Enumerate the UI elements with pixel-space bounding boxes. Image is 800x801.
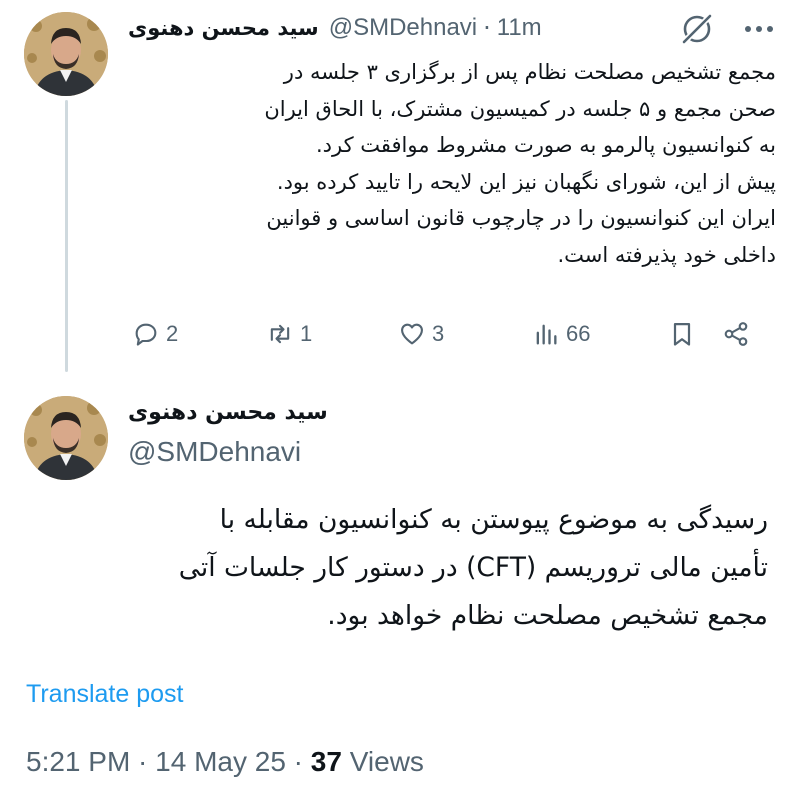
post-timestamp[interactable]: 5:21 PM · 14 May 25 · xyxy=(26,746,311,777)
tweet-line: رسیدگی به موضوع پیوستن به کنوانسیون مقاب… xyxy=(219,504,768,535)
repost-icon xyxy=(270,324,290,344)
views-icon xyxy=(536,324,557,345)
user-handle[interactable]: @SMDehnavi xyxy=(128,436,301,468)
user-handle[interactable]: @SMDehnavi xyxy=(329,14,477,42)
tweet-text: مجمع تشخیص مصلحت نظام پس از برگزاری ۳ جل… xyxy=(128,54,776,273)
like-count: 3 xyxy=(432,321,445,346)
action-bar: 2 1 3 66 xyxy=(132,316,760,352)
tweet-line: تأمین مالی تروریسم (CFT) در دستور کار جل… xyxy=(178,552,768,583)
views-button[interactable]: 66 xyxy=(532,320,668,348)
views-label: Views xyxy=(341,746,424,777)
share-button[interactable] xyxy=(722,320,756,348)
avatar[interactable] xyxy=(24,396,108,480)
tweet-line: پیش از این، شورای نگهبان نیز این لایحه ر… xyxy=(276,169,776,194)
tweet-line: مجمع تشخیص مصلحت نظام پس از برگزاری ۳ جل… xyxy=(283,60,776,84)
views-count[interactable]: 37 xyxy=(311,746,342,777)
translate-post-link[interactable]: Translate post xyxy=(26,680,183,709)
display-name[interactable]: سید محسن دهنوی xyxy=(128,16,319,40)
repost-count: 1 xyxy=(300,321,313,346)
display-name[interactable]: سید محسن دهنوی xyxy=(128,400,328,425)
like-icon xyxy=(401,323,423,345)
tweet-line: داخلی خود پذیرفته است. xyxy=(557,242,777,267)
reply-count: 2 xyxy=(166,321,179,346)
tweet-header: سید محسن دهنوی @SMDehnavi · 11m xyxy=(128,8,776,48)
bookmark-button[interactable] xyxy=(668,320,722,348)
thread-connector xyxy=(65,100,68,372)
tweet-line: به کنوانسیون پالرمو به صورت مشروط موافقت… xyxy=(315,133,776,157)
post-metadata: 5:21 PM · 14 May 25 · 37 Views xyxy=(26,746,424,778)
tweet-line: ایران این کنوانسیون را در چارچوب قانون ا… xyxy=(266,206,776,230)
more-icon[interactable] xyxy=(744,24,774,34)
like-button[interactable]: 3 xyxy=(398,320,532,348)
tweet-line: مجمع تشخیص مصلحت نظام خواهد بود. xyxy=(327,600,768,631)
share-icon xyxy=(724,322,748,346)
reply-icon xyxy=(135,323,157,346)
bookmark-icon xyxy=(673,322,691,346)
grok-icon[interactable] xyxy=(680,12,714,46)
post-time[interactable]: 11m xyxy=(497,14,542,42)
avatar[interactable] xyxy=(24,12,108,96)
repost-button[interactable]: 1 xyxy=(266,320,398,348)
reply-button[interactable]: 2 xyxy=(132,320,266,348)
views-count: 66 xyxy=(566,321,591,346)
separator-dot: · xyxy=(483,14,491,42)
tweet-text: رسیدگی به موضوع پیوستن به کنوانسیون مقاب… xyxy=(100,496,768,640)
tweet-line: صحن مجمع و ۵ جلسه در کمیسیون مشترک، با ا… xyxy=(264,96,776,121)
